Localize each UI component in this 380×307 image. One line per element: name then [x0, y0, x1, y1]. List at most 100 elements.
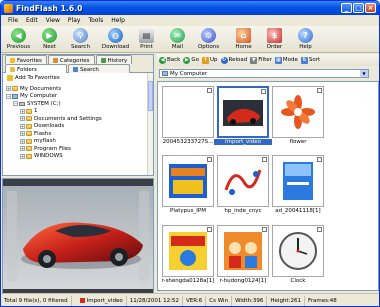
tree-label: Flashs — [34, 130, 52, 137]
thumbnail-item[interactable]: flower — [272, 86, 324, 148]
add-to-favorites-button[interactable]: Add To Favorites — [7, 75, 60, 81]
filter-button[interactable]: ▼ Filter — [250, 56, 272, 64]
back-button[interactable]: ◀ Back — [159, 56, 180, 64]
download-button[interactable]: ◍ Download — [100, 26, 131, 53]
tree-item-my-documents[interactable]: + My Documents — [6, 85, 151, 93]
thumbnail-item[interactable]: Platypus_IPM — [162, 155, 214, 217]
expand-icon[interactable]: + — [20, 108, 25, 114]
thumbnail-checkbox[interactable] — [262, 227, 267, 232]
collapse-icon[interactable]: − — [6, 93, 11, 99]
tree-item-downloads[interactable]: + Downloads — [6, 123, 151, 131]
tab-history[interactable]: History — [95, 55, 133, 64]
help-button[interactable]: ? Help — [290, 26, 321, 53]
tree-label: My Computer — [20, 93, 58, 100]
thumbnail-item[interactable]: hp_inde_cnyc — [217, 155, 269, 217]
thumbnail-checkbox[interactable] — [262, 157, 267, 162]
tree-item-my-computer[interactable]: − My Computer — [6, 93, 151, 101]
maximize-button[interactable]: □ — [353, 3, 364, 13]
chevron-down-icon[interactable]: ▼ — [360, 70, 368, 77]
tree-item-flashs[interactable]: + Flashs — [6, 130, 151, 138]
search-button[interactable]: ⚲ Search — [65, 26, 96, 53]
sort-button[interactable]: ⇅ Sort — [300, 56, 320, 64]
tree-scrollbar-thumb[interactable] — [148, 81, 153, 111]
folder-icon — [26, 116, 32, 122]
tab-history-label: History — [107, 57, 128, 64]
expand-icon[interactable]: + — [20, 146, 25, 152]
mail-button[interactable]: ✉ Mail — [162, 26, 193, 53]
expand-icon[interactable]: + — [20, 123, 25, 129]
next-button[interactable]: ▶ Next — [34, 26, 65, 53]
previous-button[interactable]: ◀ Previous — [3, 26, 34, 53]
expand-icon[interactable]: + — [20, 131, 25, 137]
tab-categories[interactable]: Categories — [47, 55, 95, 64]
reload-button[interactable]: ↻ Reload — [220, 56, 247, 64]
thumbnail-checkbox[interactable] — [207, 227, 212, 232]
expand-icon[interactable]: + — [6, 86, 11, 92]
tree-label: SYSTEM (C:) — [27, 100, 61, 107]
tree-label: Documents and Settings — [34, 115, 102, 122]
expand-icon[interactable]: + — [20, 116, 25, 122]
menu-file[interactable]: File — [4, 17, 22, 24]
thumbnail-checkbox[interactable] — [317, 88, 322, 93]
tree-item-folder-1[interactable]: + 1 — [6, 108, 151, 116]
options-button[interactable]: ⚙ Options — [193, 26, 224, 53]
mail-icon: ✉ — [170, 28, 185, 43]
up-button[interactable]: ↑ Up — [202, 56, 218, 64]
expand-icon[interactable]: + — [20, 153, 25, 159]
clock-thumbnail-image — [279, 232, 317, 270]
thumbnail-item[interactable]: r-hudong0124[1] — [217, 225, 269, 287]
address-combobox[interactable]: My Computer ▼ — [159, 69, 369, 78]
collapse-icon[interactable]: − — [13, 101, 18, 107]
menu-help[interactable]: Help — [107, 17, 129, 24]
home-button[interactable]: ⌂ Home — [228, 26, 259, 53]
tab-favorites[interactable]: Favorites — [5, 55, 47, 64]
thumbnail-checkbox[interactable] — [207, 88, 212, 93]
thumbnail-checkbox[interactable] — [261, 89, 266, 94]
go-button[interactable]: ▶ Go — [183, 56, 199, 64]
mail-label: Mail — [171, 44, 184, 50]
magnifier-icon: ⚲ — [73, 28, 88, 43]
thumbnail-checkbox[interactable] — [207, 157, 212, 162]
mode-button[interactable]: ▦ Mode — [274, 56, 298, 64]
thumbnail-caption: r-hudong0124[1] — [219, 278, 267, 284]
folder-icon — [12, 86, 18, 92]
globe-icon: ◍ — [108, 28, 123, 43]
thumbnail-item-selected[interactable]: Import_video — [214, 86, 272, 148]
minimize-button[interactable]: _ — [341, 3, 352, 13]
menu-tools[interactable]: Tools — [84, 17, 107, 24]
menu-edit[interactable]: Edit — [22, 17, 42, 24]
thumbnail-checkbox[interactable] — [317, 157, 322, 162]
add-favorite-icon — [7, 75, 13, 81]
help-icon: ? — [298, 28, 313, 43]
arrow-left-icon: ◀ — [11, 28, 26, 43]
tree-item-program-files[interactable]: + Program Files — [6, 145, 151, 153]
tab-search[interactable]: Search — [68, 64, 130, 73]
history-icon — [100, 58, 106, 63]
thumbnail-caption: Clock — [290, 278, 306, 284]
flash-file-icon — [79, 298, 85, 303]
thumbnail-item[interactable]: 200453233727S... — [162, 86, 214, 148]
tree-scrollbar[interactable] — [147, 73, 153, 175]
menu-view[interactable]: View — [42, 17, 64, 24]
thumbnail-checkbox[interactable] — [317, 227, 322, 232]
main-toolbar: ◀ Previous ▶ Next ⚲ Search ◍ Download ▤ … — [1, 26, 379, 53]
tree-item-documents-and-settings[interactable]: + Documents and Settings — [6, 115, 151, 123]
thumbnail-item[interactable]: Clock — [272, 225, 324, 287]
order-button[interactable]: $ Order — [259, 26, 290, 53]
thumbnail-caption: Platypus_IPM — [170, 208, 206, 214]
tree-item-myflash[interactable]: + myflash — [6, 138, 151, 146]
close-button[interactable]: × — [365, 3, 376, 13]
print-button[interactable]: ▤ Print — [131, 26, 162, 53]
menu-play[interactable]: Play — [64, 17, 85, 24]
flash-preview[interactable] — [2, 178, 154, 297]
gear-icon: ⚙ — [201, 28, 216, 43]
title-bar[interactable]: FindFlash 1.6.0 _ □ × — [1, 1, 379, 15]
expand-icon[interactable]: + — [20, 138, 25, 144]
mode-label: Mode — [282, 57, 298, 63]
thumbnail-item[interactable]: ad_20041118[1] — [272, 155, 324, 217]
window-controls: _ □ × — [341, 3, 376, 13]
thumbnail-item[interactable]: r-shengda0128a[1] — [162, 225, 214, 287]
tab-folders[interactable]: Folders — [5, 64, 67, 73]
tree-item-windows[interactable]: + WINDOWS — [6, 153, 151, 161]
tree-item-system-drive[interactable]: − SYSTEM (C:) — [6, 100, 151, 108]
